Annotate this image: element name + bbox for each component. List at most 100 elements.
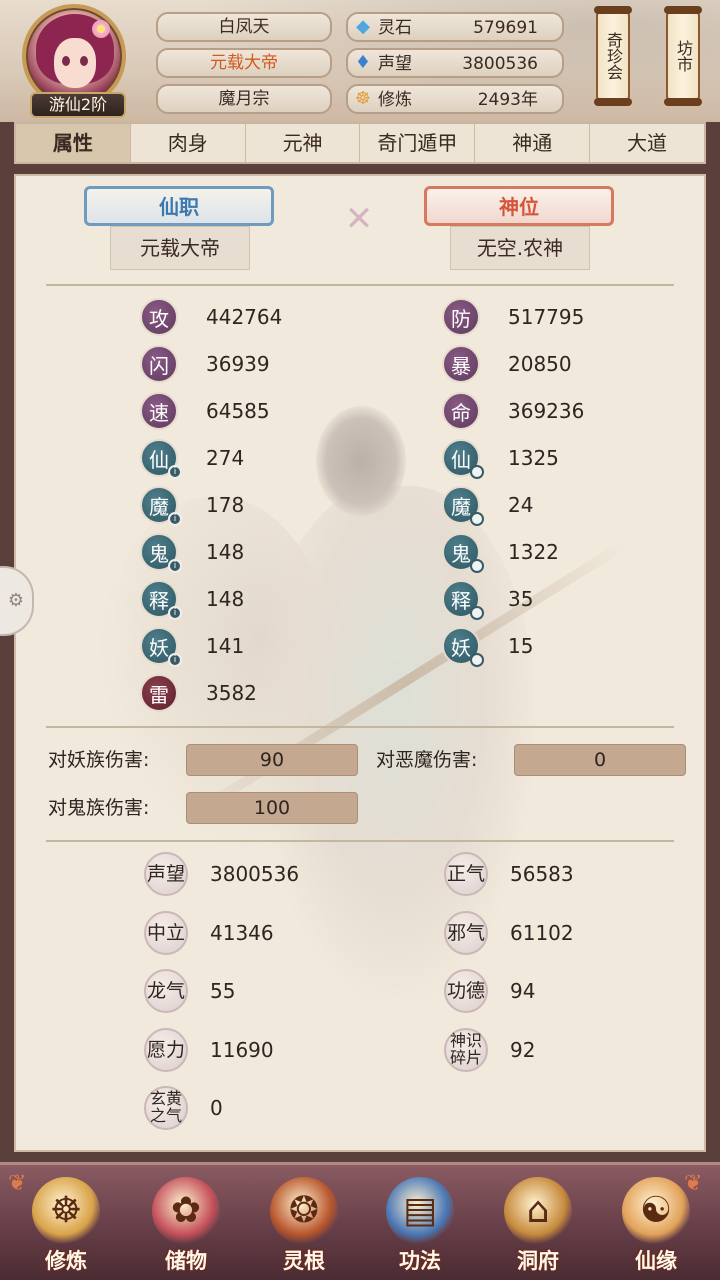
gourd-icon: ☯	[622, 1177, 690, 1245]
nav-cave-palace[interactable]: ⌂ 洞府	[490, 1173, 586, 1280]
stat-row: 释 35	[442, 580, 704, 622]
reputation-label: 愿力	[144, 1027, 188, 1072]
treasure-fair-button[interactable]: 奇珍会	[594, 6, 632, 106]
reputation-value: 3800536	[210, 862, 300, 886]
player-sect: 魔月宗	[156, 84, 332, 114]
resist-ring-icon	[470, 559, 484, 573]
stat-glyph: 命	[442, 392, 480, 430]
stat-glyph: 攻	[140, 298, 178, 336]
resist-ring-icon	[470, 465, 484, 479]
nav-spirit-root[interactable]: ❂ 灵根	[256, 1173, 352, 1280]
tab-dao[interactable]: 大道	[590, 124, 704, 162]
stat-value: 36939	[206, 352, 270, 376]
stat-value: 20850	[508, 352, 572, 376]
stat-value: 3582	[206, 681, 257, 705]
stat-glyph: 魔i	[140, 486, 182, 526]
tab-bar: 属性 肉身 元神 奇门遁甲 神通 大道	[14, 122, 706, 164]
stat-glyph: 防	[442, 298, 480, 336]
treasure-bag-icon: ✿	[152, 1177, 220, 1245]
player-name: 白凤天	[156, 12, 332, 42]
nav-treasure-bag[interactable]: ✿ 储物	[138, 1173, 234, 1280]
resource-reputation: ♦ 声望 3800536	[346, 48, 564, 78]
reputation-row: 愿力 11690	[144, 1027, 444, 1078]
stat-glyph: 雷	[140, 674, 178, 712]
reputation-row: 龙气 55	[144, 969, 444, 1019]
reputation-row: 声望 3800536	[144, 852, 444, 902]
stat-glyph: 释	[442, 580, 484, 620]
tab-body[interactable]: 肉身	[131, 124, 246, 162]
damage-vs-ghosts-value: 100	[186, 792, 358, 824]
stat-glyph: 鬼	[442, 533, 484, 573]
reputation-label: 玄黄 之气	[144, 1086, 188, 1130]
stat-row: 鬼 1322	[442, 533, 704, 575]
nav-label: 功法	[399, 1249, 441, 1273]
reputation-label: 邪气	[444, 910, 488, 955]
reputation-value: 56583	[510, 862, 574, 886]
reputation-label: 龙气	[144, 969, 188, 1013]
reputation-value: 41346	[210, 920, 274, 945]
reputation-label: 功德	[444, 969, 488, 1013]
info-icon: i	[168, 465, 182, 479]
crossed-swords-icon: ✕	[344, 199, 374, 239]
stat-row: 魔 i 178	[140, 486, 420, 528]
attributes-panel: 仙职 元载大帝 ✕ 神位 无空.农神 攻 442764 闪 36939 速 64585 仙 i…	[14, 174, 706, 1152]
stat-row: 妖 i 141	[140, 627, 420, 669]
stat-value: 24	[508, 493, 534, 517]
market-button[interactable]: 坊市	[664, 6, 702, 106]
tab-powers[interactable]: 神通	[475, 124, 591, 162]
tab-attributes[interactable]: 属性	[16, 124, 131, 162]
reputation-label: 声望	[144, 852, 188, 896]
tab-soul[interactable]: 元神	[246, 124, 361, 162]
stat-row: 暴 20850	[442, 345, 704, 387]
stat-row: 仙 i 274	[140, 439, 420, 481]
nav-label: 储物	[165, 1249, 207, 1273]
stat-value: 517795	[508, 305, 585, 329]
nav-label: 修炼	[45, 1249, 87, 1273]
reputation-value: 94	[510, 979, 536, 1003]
stat-value: 64585	[206, 399, 270, 423]
stat-row: 释 i 148	[140, 580, 420, 622]
reputation-label: 正气	[444, 852, 488, 896]
immortal-post-value: 元载大帝	[110, 226, 250, 270]
nav-label: 灵根	[283, 1249, 325, 1273]
stat-row: 魔 24	[442, 486, 704, 528]
reputation-value: 92	[510, 1037, 536, 1062]
nav-label: 仙缘	[635, 1249, 677, 1273]
bottom-nav: ❦ ❦ ☸ 修炼 ✿ 储物 ❂ 灵根 ▤ 功法 ⌂ 洞府 ☯ 仙缘	[0, 1162, 720, 1280]
cave-palace-icon: ⌂	[504, 1177, 572, 1245]
reputation-value: 61102	[510, 920, 574, 945]
player-title: 元载大帝	[156, 48, 332, 78]
player-avatar[interactable]: 游仙2阶	[18, 4, 130, 118]
stat-row: 妖 15	[442, 627, 704, 669]
stat-row: 攻 442764	[140, 298, 420, 340]
stat-glyph: 速	[140, 392, 178, 430]
stat-row: 雷 3582	[140, 674, 420, 716]
stat-value: 148	[206, 540, 245, 564]
damage-vs-demons-label: 对妖族伤害:	[48, 749, 150, 771]
damage-vs-ghosts-label: 对鬼族伤害:	[48, 797, 150, 819]
reputation-label: 中立	[144, 910, 188, 955]
meditating-monk-icon: ☸	[32, 1177, 100, 1245]
resource-spirit-stone: ◆ 灵石 579691	[346, 12, 564, 42]
stat-value: 141	[206, 634, 245, 658]
stat-glyph: 释i	[140, 580, 182, 620]
scripture-book-icon: ▤	[386, 1177, 454, 1245]
stat-row: 闪 36939	[140, 345, 420, 387]
nav-meditating-monk[interactable]: ☸ 修炼	[18, 1173, 114, 1280]
nav-scripture-book[interactable]: ▤ 功法	[372, 1173, 468, 1280]
info-icon: i	[168, 559, 182, 573]
stat-glyph: 魔	[442, 486, 484, 526]
stat-glyph: 妖	[442, 627, 484, 667]
tab-qimen[interactable]: 奇门遁甲	[360, 124, 476, 162]
info-icon: i	[168, 653, 182, 667]
reputation-row: 玄黄 之气 0	[144, 1086, 444, 1136]
spirit-root-icon: ❂	[270, 1177, 338, 1245]
divine-seat-label: 神位	[424, 186, 614, 226]
reputation-row: 功德 94	[444, 969, 704, 1019]
damage-vs-devils-label: 对恶魔伤害:	[376, 749, 478, 771]
info-icon: i	[168, 512, 182, 526]
reputation-row: 正气 56583	[444, 852, 704, 902]
stat-glyph: 闪	[140, 345, 178, 383]
reputation-row: 中立 41346	[144, 910, 444, 961]
nav-gourd[interactable]: ☯ 仙缘	[608, 1173, 704, 1280]
